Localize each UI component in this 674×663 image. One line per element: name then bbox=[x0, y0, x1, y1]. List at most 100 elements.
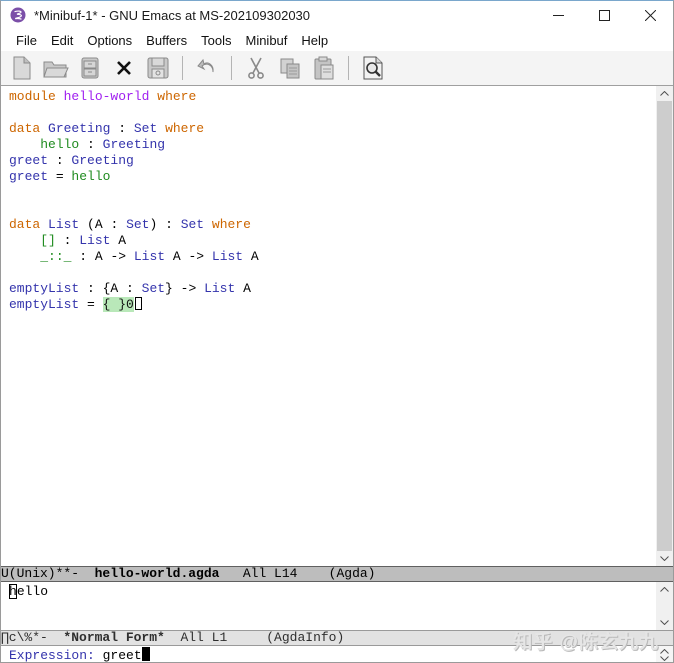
copy-icon[interactable] bbox=[275, 54, 305, 82]
token-ctor: _::_ bbox=[40, 249, 72, 264]
menu-bar: File Edit Options Buffers Tools Minibuf … bbox=[1, 29, 673, 51]
menu-file[interactable]: File bbox=[9, 31, 44, 50]
token-keyword: data bbox=[9, 217, 41, 232]
save-icon[interactable] bbox=[143, 54, 173, 82]
menu-edit[interactable]: Edit bbox=[44, 31, 80, 50]
code-line: data Greeting : Set where bbox=[9, 121, 205, 136]
scroll-down-icon[interactable] bbox=[656, 615, 673, 630]
scroll-up-icon[interactable] bbox=[656, 86, 673, 101]
modeline-position: All L1 (AgdaInfo) bbox=[164, 630, 345, 645]
token-type: Set bbox=[126, 217, 150, 232]
emacs-logo-icon bbox=[10, 7, 26, 23]
cut-icon[interactable] bbox=[241, 54, 271, 82]
modeline-buffer-name: *Normal Form* bbox=[63, 630, 165, 645]
close-button[interactable] bbox=[627, 1, 673, 29]
editor-buffer[interactable]: module hello-world where data Greeting :… bbox=[1, 86, 658, 566]
code-line: data List (A : Set) : Set where bbox=[9, 217, 251, 232]
toolbar-separator bbox=[231, 56, 232, 80]
token-type: Greeting bbox=[102, 137, 166, 152]
modeline-flags: ∏c\%*- bbox=[1, 630, 64, 645]
scroll-up-icon[interactable] bbox=[656, 582, 673, 597]
minibuffer-scrollbar[interactable] bbox=[656, 646, 673, 662]
token-type: Greeting bbox=[48, 121, 111, 136]
token-cursor-on: h bbox=[9, 584, 17, 599]
token-type: List bbox=[211, 249, 244, 264]
scrollbar-thumb[interactable] bbox=[657, 101, 672, 551]
code-line: [] : List A bbox=[40, 233, 127, 248]
token-fn: emptyList bbox=[9, 297, 80, 312]
minibuffer[interactable]: Expression: greet bbox=[1, 646, 658, 663]
token-keyword: data bbox=[9, 121, 41, 136]
editor-scrollbar[interactable] bbox=[656, 86, 673, 566]
toolbar-separator bbox=[182, 56, 183, 80]
token-type: Greeting bbox=[71, 153, 134, 168]
menu-options[interactable]: Options bbox=[80, 31, 139, 50]
normal-form-scrollbar[interactable] bbox=[656, 582, 673, 630]
modeline-normal-form: ∏c\%*- *Normal Form* All L1 (AgdaInfo) bbox=[1, 630, 673, 646]
token-type: Set bbox=[141, 281, 166, 296]
menu-minibuf[interactable]: Minibuf bbox=[238, 31, 294, 50]
search-icon[interactable] bbox=[358, 54, 388, 82]
token-type: Set bbox=[180, 217, 205, 232]
scrollbar-track[interactable] bbox=[656, 597, 673, 615]
text-cursor bbox=[134, 297, 142, 310]
token-ctor: hello bbox=[40, 137, 80, 152]
token-keyword: where bbox=[211, 217, 251, 232]
menu-tools[interactable]: Tools bbox=[194, 31, 238, 50]
token-fn: greet bbox=[9, 169, 49, 184]
modeline-position: All L14 (Agda) bbox=[219, 566, 376, 581]
code-line: hello : Greeting bbox=[40, 137, 166, 152]
token-type: Set bbox=[133, 121, 158, 136]
token-fn: emptyList bbox=[9, 281, 80, 296]
new-file-icon[interactable] bbox=[7, 54, 37, 82]
text-cursor bbox=[141, 647, 150, 661]
modeline-agda-buffer: U(Unix)**- hello-world.agda All L14 (Agd… bbox=[1, 566, 673, 582]
token-type: List bbox=[79, 233, 111, 248]
modeline-buffer-name: hello-world.agda bbox=[94, 566, 220, 581]
normal-form-buffer[interactable]: hello bbox=[1, 582, 658, 630]
token-keyword: where bbox=[157, 89, 197, 104]
code-line: greet = hello bbox=[9, 169, 111, 184]
dired-icon[interactable] bbox=[75, 54, 105, 82]
code-line: emptyList : {A : Set} -> List A bbox=[9, 281, 251, 296]
window-title: *Minibuf-1* - GNU Emacs at MS-2021093020… bbox=[34, 7, 311, 23]
toolbar-separator bbox=[348, 56, 349, 80]
emacs-window: *Minibuf-1* - GNU Emacs at MS-2021093020… bbox=[0, 0, 674, 663]
menu-buffers[interactable]: Buffers bbox=[139, 31, 194, 50]
code-line: emptyList = { }0 bbox=[9, 297, 658, 313]
token-type: List bbox=[48, 217, 80, 232]
code-line: module hello-world where bbox=[9, 89, 658, 105]
close-buffer-icon[interactable] bbox=[109, 54, 139, 82]
minimize-button[interactable] bbox=[535, 1, 581, 29]
scroll-down-icon[interactable] bbox=[660, 656, 669, 661]
open-folder-icon[interactable] bbox=[41, 54, 71, 82]
token-hole: { }0 bbox=[102, 297, 134, 312]
token-fn: greet bbox=[9, 153, 49, 168]
token-ctor: [] bbox=[40, 233, 56, 248]
token-module: hello-world bbox=[63, 89, 150, 104]
token-ctor: hello bbox=[71, 169, 111, 184]
token-type: List bbox=[204, 281, 236, 296]
minibuffer-input[interactable]: greet bbox=[95, 648, 142, 662]
scroll-up-icon[interactable] bbox=[660, 649, 669, 654]
modeline-flags: U(Unix)**- bbox=[1, 566, 95, 581]
token-keyword: where bbox=[165, 121, 205, 136]
window-controls bbox=[535, 1, 673, 29]
minibuffer-prompt: Expression: bbox=[9, 648, 95, 663]
scroll-down-icon[interactable] bbox=[656, 551, 673, 566]
token-type: List bbox=[133, 249, 166, 264]
undo-icon[interactable] bbox=[192, 54, 222, 82]
code-line: hello bbox=[9, 584, 49, 599]
title-bar: *Minibuf-1* - GNU Emacs at MS-2021093020… bbox=[1, 1, 673, 29]
paste-icon[interactable] bbox=[309, 54, 339, 82]
token-keyword: module bbox=[9, 89, 56, 104]
tool-bar bbox=[1, 51, 673, 86]
code-line: _::_ : A -> List A -> List A bbox=[40, 249, 259, 264]
code-line: greet : Greeting bbox=[9, 153, 134, 168]
maximize-button[interactable] bbox=[581, 1, 627, 29]
menu-help[interactable]: Help bbox=[294, 31, 335, 50]
